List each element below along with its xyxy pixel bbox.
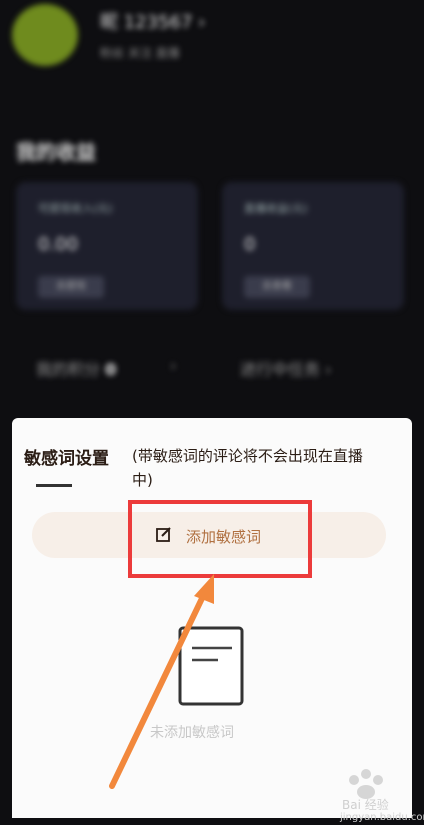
empty-document-icon <box>178 626 244 706</box>
income-card[interactable]: 可提现收入(元) 0.00 去提现 <box>16 182 198 310</box>
highlight-box <box>128 500 312 578</box>
income-card-value: 0.00 <box>38 234 79 255</box>
withdraw-button[interactable]: 去提现 <box>38 276 104 298</box>
points-stat[interactable]: 我的积分 0 <box>36 356 116 380</box>
sheet-note: (带敏感词的评论将不会出现在直播中) <box>132 447 363 489</box>
empty-state-text: 未添加敏感词 <box>150 725 234 741</box>
sheet-title: 敏感词设置 <box>24 449 109 469</box>
earnings-title: 我的收益 <box>16 140 96 164</box>
points-label: 我的积分 <box>36 360 101 379</box>
user-meta: 粉丝 关注 直播 <box>100 46 180 60</box>
view-button[interactable]: 去查看 <box>244 276 310 298</box>
live-card-value: 0 <box>244 234 256 255</box>
live-income-card[interactable]: 直播收益(元) 0 去查看 <box>222 182 404 310</box>
user-name[interactable]: 昵 123567 › <box>100 8 205 34</box>
tasks-stat[interactable]: 进行中任务 › <box>240 356 332 380</box>
avatar[interactable] <box>12 4 78 66</box>
chevron-right-icon: › <box>170 356 177 375</box>
watermark-brand: Bai 经验 <box>342 798 389 812</box>
income-card-label: 可提现收入(元) <box>38 202 113 215</box>
live-card-label: 直播收益(元) <box>244 202 308 215</box>
watermark-site: jingyan.baidu.com <box>340 812 424 823</box>
points-value: 0 <box>105 360 117 379</box>
title-underline <box>36 484 72 487</box>
